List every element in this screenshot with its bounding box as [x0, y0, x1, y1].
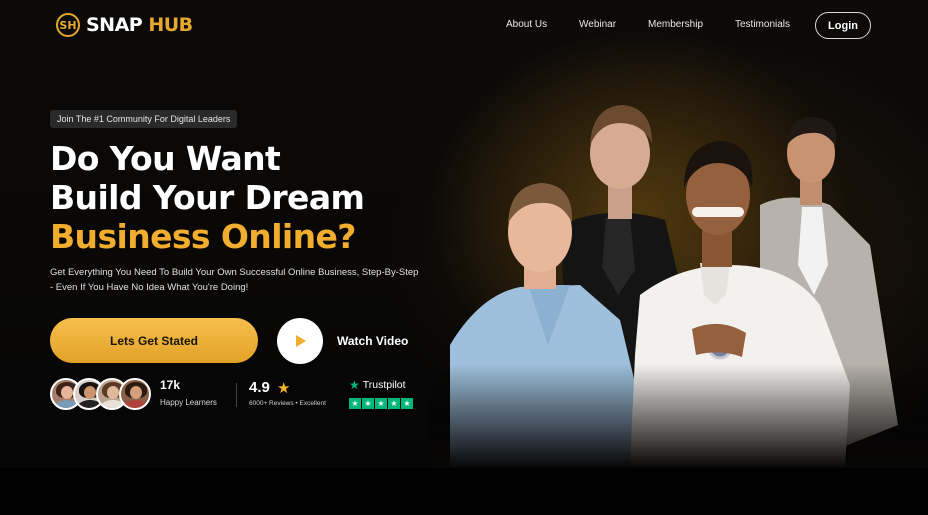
watch-video-link[interactable]: Watch Video [337, 334, 408, 348]
hero-people-image [430, 95, 928, 468]
play-video-button[interactable] [277, 318, 323, 364]
trustpilot-star-icon: ★ [401, 398, 413, 409]
nav-webinar[interactable]: Webinar [579, 19, 616, 30]
main-nav: About Us Webinar Membership Testimonials [0, 19, 928, 33]
trustpilot-label: Trustpilot [362, 379, 406, 391]
stats-divider [236, 383, 237, 407]
hero-headline: Do You Want Build Your Dream Business On… [50, 139, 365, 256]
star-icon: ★ [277, 379, 291, 397]
get-started-button[interactable]: Lets Get Stated [50, 318, 258, 363]
trustpilot-star-icon: ★ [349, 398, 361, 409]
headline-line-2: Build Your Dream [50, 178, 365, 217]
rating-value: 4.9 [249, 379, 270, 396]
trustpilot-star-icon: ★ [349, 378, 360, 392]
learners-count: 17k [160, 378, 181, 392]
nav-about-us[interactable]: About Us [506, 19, 547, 30]
trustpilot-rating: ★ ★ ★ ★ ★ [349, 398, 413, 409]
page-bottom [0, 468, 928, 515]
avatar [119, 378, 151, 410]
headline-line-1: Do You Want [50, 139, 281, 178]
hero-subtitle: Get Everything You Need To Build Your Ow… [50, 267, 419, 293]
headline-highlight: Business Online? [50, 217, 356, 256]
community-badge: Join The #1 Community For Digital Leader… [50, 110, 238, 128]
trustpilot-logo: ★ Trustpilot [349, 378, 406, 392]
trustpilot-star-icon: ★ [362, 398, 374, 409]
play-icon [296, 335, 306, 347]
nav-membership[interactable]: Membership [648, 19, 703, 30]
trustpilot-star-icon: ★ [375, 398, 387, 409]
reviews-text: 6000+ Reviews • Excellent [249, 400, 326, 407]
trustpilot-star-icon: ★ [388, 398, 400, 409]
nav-testimonials[interactable]: Testimonials [735, 19, 790, 30]
login-button[interactable]: Login [815, 12, 871, 39]
learners-label: Happy Learners [160, 398, 217, 407]
